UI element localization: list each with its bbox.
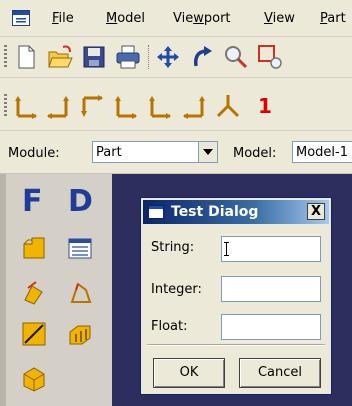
toolbox-letter-d: D bbox=[68, 184, 93, 219]
create-datum-icon[interactable] bbox=[20, 364, 48, 392]
dialog-window-icon bbox=[148, 205, 164, 219]
view-front-icon[interactable] bbox=[12, 92, 40, 120]
model-label: Model: bbox=[233, 146, 277, 161]
create-solid-extrude-icon[interactable] bbox=[20, 278, 48, 306]
view-top-icon[interactable] bbox=[78, 92, 106, 120]
menu-part[interactable]: Part bbox=[320, 11, 346, 26]
model-select[interactable]: Model-1 bbox=[292, 141, 352, 163]
save-icon[interactable] bbox=[80, 43, 108, 71]
model-select-value: Model-1 bbox=[296, 145, 348, 160]
module-toolbox: F D bbox=[0, 174, 112, 406]
rotate-icon[interactable] bbox=[188, 43, 216, 71]
view-left-icon[interactable] bbox=[146, 92, 174, 120]
view-iso-icon[interactable] bbox=[214, 92, 242, 120]
menu-view[interactable]: View bbox=[264, 11, 295, 26]
part-manager-icon[interactable] bbox=[66, 234, 94, 262]
view-back-icon[interactable] bbox=[44, 92, 72, 120]
toolbox-letter-f: F bbox=[22, 184, 43, 219]
view-bottom-icon[interactable] bbox=[112, 92, 140, 120]
integer-field-label: Integer: bbox=[151, 282, 202, 297]
system-menu-icon[interactable] bbox=[12, 10, 30, 26]
close-icon[interactable]: X bbox=[307, 203, 325, 220]
menu-bar: File Model Viewport View Part bbox=[0, 0, 352, 37]
viewport-number-label[interactable]: 1 bbox=[258, 94, 272, 118]
view-right-icon[interactable] bbox=[180, 92, 208, 120]
dialog-title-bar[interactable]: Test Dialog X bbox=[143, 200, 329, 224]
integer-input[interactable] bbox=[221, 276, 321, 302]
test-dialog: Test Dialog X String: Integer: Float: OK… bbox=[140, 197, 332, 395]
print-icon[interactable] bbox=[114, 43, 142, 71]
menu-model[interactable]: Model bbox=[106, 11, 145, 26]
zoom-icon[interactable] bbox=[222, 43, 250, 71]
module-select-value: Part bbox=[96, 145, 122, 160]
file-view-toolbar bbox=[0, 37, 352, 78]
pan-icon[interactable] bbox=[154, 43, 182, 71]
toolbar-separator bbox=[148, 45, 150, 69]
text-cursor-icon bbox=[224, 242, 229, 256]
view-orientation-toolbar: 1 bbox=[0, 82, 352, 131]
toolbar-grip[interactable] bbox=[4, 45, 7, 69]
create-shell-icon[interactable] bbox=[66, 278, 94, 306]
string-field-label: String: bbox=[151, 240, 195, 255]
float-field-label: Float: bbox=[151, 319, 188, 334]
dialog-divider bbox=[147, 344, 325, 346]
chevron-down-icon[interactable] bbox=[198, 142, 217, 162]
float-input[interactable] bbox=[221, 314, 321, 340]
app-window: File Model Viewport View Part 1 Module: … bbox=[0, 0, 352, 406]
module-label: Module: bbox=[8, 146, 60, 161]
menu-viewport[interactable]: Viewport bbox=[173, 11, 231, 26]
module-select[interactable]: Part bbox=[92, 141, 218, 163]
create-cut-icon[interactable] bbox=[66, 320, 94, 348]
toolbar-grip[interactable] bbox=[4, 94, 7, 118]
dialog-title: Test Dialog bbox=[171, 204, 259, 220]
module-bar: Module: Part Model: Model-1 bbox=[0, 133, 352, 174]
create-part-icon[interactable] bbox=[20, 234, 48, 262]
toolbox-edge bbox=[0, 174, 6, 406]
create-wire-icon[interactable] bbox=[20, 320, 48, 348]
ok-button[interactable]: OK bbox=[153, 358, 225, 388]
new-file-icon[interactable] bbox=[12, 43, 40, 71]
cancel-button[interactable]: Cancel bbox=[239, 358, 321, 388]
box-zoom-icon[interactable] bbox=[256, 43, 284, 71]
menu-file[interactable]: File bbox=[52, 11, 74, 26]
string-input[interactable] bbox=[221, 236, 321, 262]
open-file-icon[interactable] bbox=[46, 43, 74, 71]
